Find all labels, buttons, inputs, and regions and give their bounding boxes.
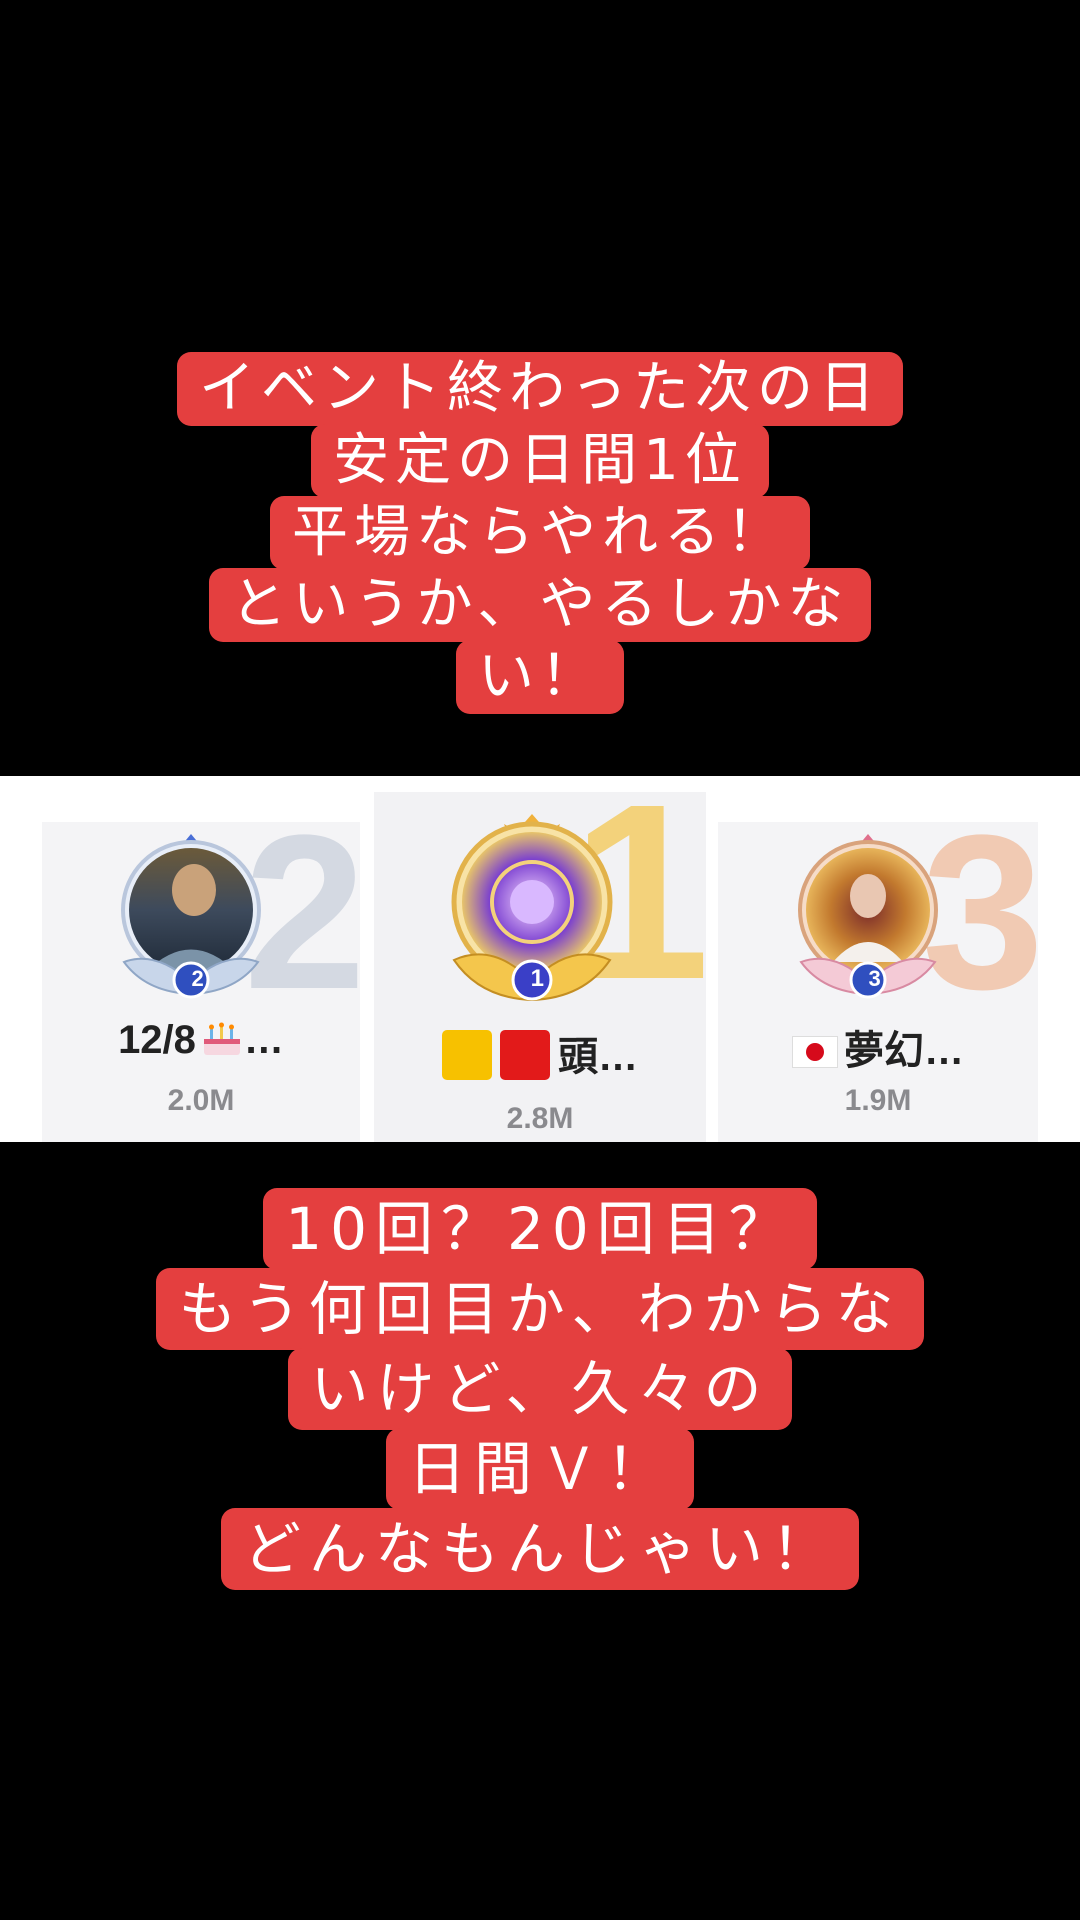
rank-badge: 3: [868, 966, 881, 991]
caption-line: 10回？20回目？: [263, 1188, 817, 1270]
caption-line: 日間Ｖ！: [385, 1428, 694, 1510]
rank-badge: 1: [530, 965, 545, 992]
rank-card-1[interactable]: 1 1 頭… 2.8M: [374, 792, 706, 1142]
rank-badge: 2: [191, 966, 204, 991]
caption-top: イベント終わった次の日 安定の日間1位 平場ならやれる！ というか、やるしかな …: [0, 352, 1080, 714]
red-square-icon: [500, 1030, 550, 1080]
gift-score: 1.9M: [844, 1084, 912, 1117]
user-name[interactable]: 頭…: [374, 1024, 706, 1082]
user-name-text: 12/8: [118, 1018, 196, 1062]
caption-bottom: 10回？20回目？ もう何回目か、わからな いけど、久々の 日間Ｖ！ どんなもん…: [0, 1188, 1080, 1590]
gift-score: 2.0M: [167, 1084, 235, 1117]
caption-line: どんなもんじゃい！: [220, 1508, 859, 1590]
name-ellipsis: …: [243, 1018, 284, 1062]
daily-ranking-podium: 2 2 12/8… 2.0M 1 1 頭… 2.8M 3 3 夢幻… 1.9M: [0, 776, 1080, 1142]
caption-line: 安定の日間1位: [311, 424, 769, 498]
gift-score: 2.8M: [506, 1102, 574, 1135]
user-name-text: 頭…: [558, 1035, 638, 1079]
user-name[interactable]: 12/8 …: [42, 1018, 360, 1063]
rank-card-2[interactable]: 2 2 12/8… 2.0M: [42, 822, 360, 1142]
user-name[interactable]: 夢幻…: [718, 1018, 1038, 1076]
caption-line: 平場ならやれる！: [270, 496, 810, 570]
user-name-text: 夢幻…: [844, 1029, 964, 1073]
caption-line: というか、やるしかな: [208, 568, 872, 642]
rank-card-3[interactable]: 3 3 夢幻… 1.9M: [718, 822, 1038, 1142]
caption-line: いけど、久々の: [288, 1348, 792, 1430]
yellow-square-icon: [442, 1030, 492, 1080]
birthday-cake-icon: [203, 1022, 240, 1055]
caption-line: イベント終わった次の日: [177, 352, 903, 426]
japan-flag-icon: [792, 1036, 838, 1068]
caption-line: もう何回目か、わからな: [156, 1268, 924, 1350]
caption-line: い！: [456, 640, 624, 714]
